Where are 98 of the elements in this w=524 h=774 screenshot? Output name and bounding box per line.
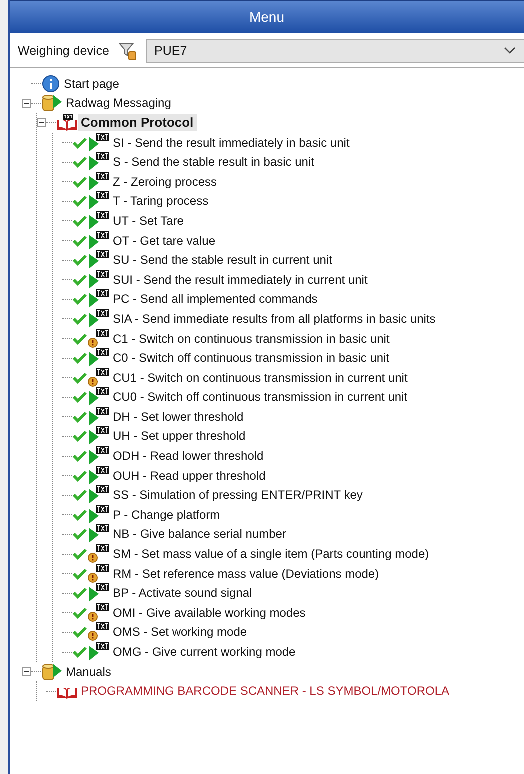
check-icon xyxy=(72,566,88,581)
check-icon xyxy=(72,429,88,444)
check-icon xyxy=(72,547,88,562)
check-icon xyxy=(72,645,88,660)
txt-warning-icon xyxy=(88,622,110,642)
tree-item[interactable]: UT - Set Tare xyxy=(110,212,187,229)
check-icon xyxy=(72,234,88,248)
txt-play-icon xyxy=(88,524,110,544)
txt-play-icon xyxy=(88,504,110,525)
tree-item[interactable]: ODH - Read lower threshold xyxy=(110,448,267,464)
txt-play-icon xyxy=(88,172,110,192)
txt-play-icon xyxy=(88,132,110,153)
tree-item[interactable]: OT - Get tare value xyxy=(110,232,218,249)
txt-play-icon xyxy=(88,387,110,408)
txt-play-icon xyxy=(88,583,110,604)
tree-item[interactable]: SUI - Send the result immediately in current unit xyxy=(110,272,371,288)
tree-item[interactable]: C1 - Switch on continuous transmission in basic unit xyxy=(110,330,393,347)
field-label: Weighing device xyxy=(18,44,110,58)
tree-item[interactable]: SS - Simulation of pressing ENTER/PRINT key xyxy=(110,487,366,504)
check-icon xyxy=(72,625,88,640)
tree-item[interactable]: Manuals xyxy=(63,664,114,680)
txt-warning-icon xyxy=(88,328,110,349)
check-icon xyxy=(72,586,88,600)
filter-icon[interactable] xyxy=(118,41,138,61)
txt-play-icon xyxy=(88,270,110,290)
window-title: Menu xyxy=(10,0,524,33)
txt-play-icon xyxy=(88,406,110,427)
check-icon xyxy=(72,136,88,150)
txt-play-icon xyxy=(88,230,110,251)
collapse-icon[interactable] xyxy=(22,667,31,676)
txt-play-icon xyxy=(88,152,110,172)
check-icon xyxy=(72,370,88,385)
check-icon xyxy=(72,194,88,208)
tree-item[interactable]: Start page xyxy=(61,76,122,92)
txt-play-icon xyxy=(88,485,110,506)
check-icon xyxy=(72,527,88,542)
tree-item[interactable]: Radwag Messaging xyxy=(63,95,174,112)
txt-book-icon xyxy=(56,114,78,132)
tree-item[interactable]: PROGRAMMING BARCODE SCANNER - LS SYMBOL/MOTOROLA xyxy=(78,683,453,700)
check-icon xyxy=(72,214,88,228)
check-icon xyxy=(72,272,88,287)
tree-item[interactable]: SM - Set mass value of a single item (Parts counting mode) xyxy=(110,546,432,562)
txt-play-icon xyxy=(88,210,110,231)
check-icon xyxy=(72,488,88,502)
txt-warning-icon xyxy=(88,544,110,564)
check-icon xyxy=(72,332,88,346)
tree-item[interactable]: CU1 - Switch on continuous transmission in current unit xyxy=(110,370,411,386)
check-icon xyxy=(72,508,88,522)
collapse-icon[interactable] xyxy=(22,98,31,108)
tree-item[interactable]: OUH - Read upper threshold xyxy=(110,468,269,484)
tree-item[interactable]: OMI - Give available working modes xyxy=(110,604,309,621)
tree-item[interactable]: Z - Zeroing process xyxy=(110,174,220,190)
tree-item[interactable]: CU0 - Switch off continuous transmission in current unit xyxy=(110,389,411,406)
txt-play-icon xyxy=(88,191,110,212)
tree-item[interactable]: P - Change platform xyxy=(110,506,224,523)
check-icon xyxy=(72,312,88,326)
check-icon xyxy=(72,351,88,366)
tree-item[interactable]: C0 - Switch off continuous transmission in basic unit xyxy=(110,350,393,366)
txt-play-icon xyxy=(88,250,110,270)
check-icon xyxy=(72,390,88,404)
tree-item[interactable]: OMS - Set working mode xyxy=(110,624,250,640)
tree-item[interactable]: RM - Set reference mass value (Deviations mode) xyxy=(110,566,382,582)
check-icon xyxy=(72,468,88,483)
tree-item[interactable]: OMG - Give current working mode xyxy=(110,644,299,660)
tree-item[interactable]: DH - Set lower threshold xyxy=(110,408,247,425)
tree-item[interactable]: PC - Send all implemented commands xyxy=(110,291,321,308)
tree-item[interactable]: T - Taring process xyxy=(110,193,212,210)
device-dropdown[interactable]: PUE7 xyxy=(146,39,524,63)
tree-item[interactable]: SU - Send the stable result in current unit xyxy=(110,252,336,268)
chevron-down-icon xyxy=(504,47,516,55)
tree-item[interactable]: UH - Set upper threshold xyxy=(110,428,249,444)
check-icon xyxy=(72,155,88,170)
check-icon xyxy=(72,174,88,189)
txt-play-icon xyxy=(88,426,110,446)
info-icon xyxy=(41,74,61,93)
check-icon xyxy=(72,606,88,620)
txt-play-icon xyxy=(88,289,110,310)
txt-play-icon xyxy=(88,642,110,662)
collapse-icon[interactable] xyxy=(37,118,46,128)
check-icon xyxy=(72,410,88,424)
txt-play-icon xyxy=(88,308,110,329)
tree-item[interactable]: S - Send the stable result in basic unit xyxy=(110,154,318,170)
tree-item[interactable]: NB - Give balance serial number xyxy=(110,526,290,542)
txt-warning-icon xyxy=(88,564,110,584)
check-icon xyxy=(72,292,88,306)
database-play-icon xyxy=(41,93,63,114)
check-icon xyxy=(72,253,88,268)
txt-warning-icon xyxy=(88,602,110,623)
tree-item[interactable]: SI - Send the result immediately in basic unit xyxy=(110,134,353,151)
txt-play-icon xyxy=(88,446,110,466)
tree-item[interactable]: SIA - Send immediate results from all platforms in basic units xyxy=(110,310,439,327)
txt-warning-icon xyxy=(88,368,110,388)
database-play-icon xyxy=(41,662,63,682)
txt-play-icon xyxy=(88,348,110,368)
check-icon xyxy=(72,449,88,464)
txt-play-icon xyxy=(88,466,110,486)
tree-item[interactable]: Common Protocol xyxy=(78,114,197,132)
tree-item[interactable]: BP - Activate sound signal xyxy=(110,585,256,602)
